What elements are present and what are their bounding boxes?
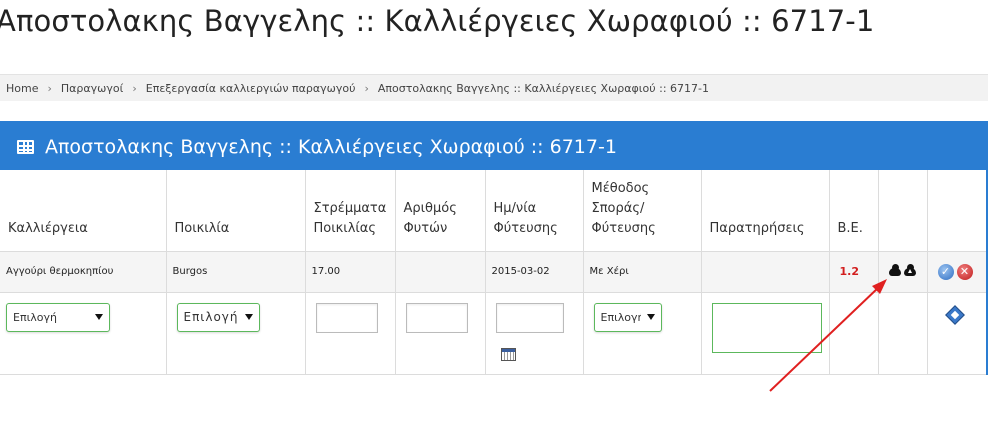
add-entry-button[interactable] (944, 304, 965, 325)
new-entry-row: Επιλογή Επιλογή Επιλογή (0, 292, 986, 375)
col-header-method: Μέθοδος Σποράς/Φύτευσης (583, 170, 702, 252)
cell-crop: Αγγούρι θερμοκηπίου (0, 251, 167, 293)
breadcrumb: Home › Παραγωγοί › Επεξεργασία καλλιεργι… (0, 74, 988, 101)
cloud-icon[interactable] (888, 263, 901, 276)
cell-plants (395, 251, 486, 293)
cloud-upload-icon[interactable] (903, 263, 916, 276)
method-select-value: Επιλογή (600, 310, 641, 324)
cell-cloud (878, 251, 928, 293)
table-icon (17, 139, 34, 154)
col-header-actions (927, 170, 986, 252)
breadcrumb-separator: › (364, 81, 369, 95)
cell-be-empty (829, 292, 879, 375)
stremmata-input[interactable] (315, 302, 378, 333)
col-header-stremmata: Στρέμματα Ποικιλίας (305, 170, 396, 252)
panel-header: Αποστολακης Βαγγελης :: Καλλιέργειες Χωρ… (0, 123, 986, 170)
breadcrumb-current: Αποστολακης Βαγγελης :: Καλλιέργειες Χωρ… (377, 81, 709, 95)
col-header-plants: Αριθμός Φυτών (395, 170, 486, 252)
breadcrumb-home[interactable]: Home (6, 82, 38, 95)
chevron-down-icon (95, 314, 103, 320)
cell-notes-input (701, 292, 830, 375)
cell-date-input (485, 292, 584, 375)
cell-method: Με Χέρι (583, 251, 702, 293)
notes-textarea[interactable] (711, 302, 822, 353)
cell-variety: Burgos (166, 251, 306, 293)
cloud-icons (885, 263, 921, 276)
col-header-crop: Καλλιέργεια (0, 170, 167, 252)
cell-stremmata: 17.00 (305, 251, 396, 293)
cell-variety-select: Επιλογή (166, 292, 306, 375)
plants-input[interactable] (405, 302, 468, 333)
cell-crop-select: Επιλογή (0, 292, 167, 375)
breadcrumb-separator: › (47, 81, 52, 95)
cell-cloud-empty (878, 292, 928, 375)
table-row: Αγγούρι θερμοκηπίου Burgos 17.00 2015-03… (0, 251, 986, 293)
cell-method-select: Επιλογή (583, 292, 702, 375)
cell-notes (701, 251, 830, 293)
crop-select-value: Επιλογή (13, 310, 58, 324)
cell-stremmata-input (305, 292, 396, 375)
be-value: 1.2 (839, 265, 860, 278)
chevron-down-icon (646, 314, 655, 320)
calendar-icon[interactable] (500, 347, 516, 361)
variety-select-value: Επιλογή (183, 310, 239, 324)
col-header-notes: Παρατηρήσεις (701, 170, 830, 252)
crops-table: Καλλιέργεια Ποικιλία Στρέμματα Ποικιλίας … (0, 170, 986, 375)
method-select[interactable]: Επιλογή (593, 302, 662, 332)
panel-title: Αποστολακης Βαγγελης :: Καλλιέργειες Χωρ… (45, 135, 617, 158)
col-header-date: Ημ/νία Φύτευσης (485, 170, 584, 252)
table-header-row: Καλλιέργεια Ποικιλία Στρέμματα Ποικιλίας … (0, 170, 986, 252)
chevron-down-icon (244, 314, 253, 320)
breadcrumb-separator: › (132, 81, 137, 95)
variety-select[interactable]: Επιλογή (176, 302, 260, 332)
col-header-cloud (878, 170, 928, 252)
cell-date: 2015-03-02 (485, 251, 584, 293)
cell-be: 1.2 (829, 251, 879, 293)
col-header-variety: Ποικιλία (166, 170, 306, 252)
breadcrumb-edit-crops[interactable]: Επεξεργασία καλλιεργιών παραγωγού (146, 82, 356, 95)
col-header-be: Β.Ε. (829, 170, 879, 252)
cell-add (927, 292, 986, 375)
crop-select[interactable]: Επιλογή (6, 302, 110, 332)
cell-plants-input (395, 292, 486, 375)
cell-actions: ✓ ✕ (927, 251, 986, 293)
crops-panel: Αποστολακης Βαγγελης :: Καλλιέργειες Χωρ… (0, 121, 988, 375)
page-title: Αποστολακης Βαγγελης :: Καλλιέργειες Χωρ… (0, 4, 875, 38)
delete-button[interactable]: ✕ (956, 263, 973, 280)
confirm-button[interactable]: ✓ (937, 263, 954, 280)
breadcrumb-producers[interactable]: Παραγωγοί (61, 82, 123, 95)
date-input[interactable] (495, 302, 564, 333)
